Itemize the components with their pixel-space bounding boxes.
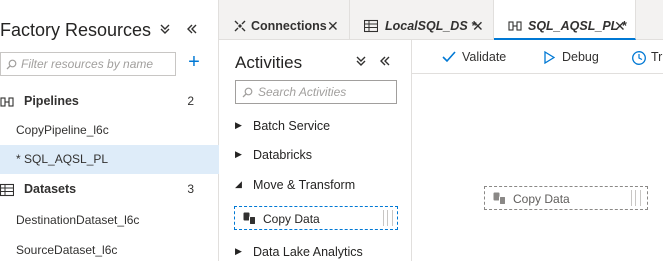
collapse-all-icon[interactable] <box>350 52 372 74</box>
drag-handle-icon[interactable] <box>631 190 641 206</box>
tab-localsql-ds[interactable]: LocalSQL_DS * ✕ <box>350 0 494 40</box>
trigger-icon <box>632 51 646 65</box>
section-count: 2 <box>187 94 194 108</box>
table-icon <box>0 183 14 197</box>
category-databricks[interactable]: ▶ Databricks <box>235 145 405 167</box>
activity-label: Copy Data <box>263 212 320 226</box>
filter-resources-placeholder: Filter resources by name <box>21 57 154 71</box>
close-icon[interactable]: ✕ <box>614 18 626 35</box>
pipeline-toolbar: Validate Debug Tr <box>412 40 663 74</box>
dataset-item[interactable]: DestinationDataset_l6c <box>0 206 219 235</box>
trigger-button[interactable]: Tr <box>631 48 663 68</box>
pipeline-item-label: * SQL_AQSL_PL <box>16 152 109 166</box>
minimize-panel-icon[interactable] <box>374 52 396 74</box>
minimize-panel-icon[interactable] <box>181 20 203 42</box>
table-icon <box>364 19 378 33</box>
pipeline-icon <box>508 21 522 31</box>
category-batch-service[interactable]: ▶ Batch Service <box>235 116 405 138</box>
close-icon[interactable]: ✕ <box>472 18 484 35</box>
tab-connections[interactable]: Connections ✕ <box>219 0 350 40</box>
pipeline-canvas[interactable]: Copy Data <box>412 74 663 261</box>
category-label: Batch Service <box>253 119 331 133</box>
factory-resources-header: Factory Resources <box>0 14 219 50</box>
validate-label: Validate <box>462 50 507 64</box>
caret-right-icon: ▶ <box>235 246 242 256</box>
debug-label: Debug <box>562 50 599 64</box>
section-pipelines[interactable]: Pipelines 2 <box>0 87 219 116</box>
factory-resources-panel: Factory Resources Filter resources by na… <box>0 0 219 261</box>
section-label: Datasets <box>24 182 77 196</box>
caret-right-icon: ▶ <box>235 120 242 130</box>
connections-icon <box>234 20 246 32</box>
close-icon[interactable]: ✕ <box>327 18 339 35</box>
copy-data-icon <box>493 192 506 205</box>
pipeline-icon <box>0 97 14 107</box>
activities-title: Activities <box>235 53 303 72</box>
dataset-item-label: SourceDataset_l6c <box>16 243 118 257</box>
caret-down-icon: ◢ <box>235 179 242 189</box>
section-label: Pipelines <box>24 94 79 108</box>
pipeline-item[interactable]: CopyPipeline_l6c <box>0 116 219 145</box>
tab-label: LocalSQL_DS * <box>385 19 476 33</box>
category-move-transform[interactable]: ◢ Move & Transform <box>235 175 405 197</box>
search-activities-input[interactable]: Search Activities <box>235 80 397 104</box>
search-icon <box>242 87 253 98</box>
section-datasets[interactable]: Datasets 3 <box>0 175 219 204</box>
play-icon <box>544 51 555 64</box>
checkmark-icon <box>442 51 456 63</box>
activity-copy-data[interactable]: Copy Data <box>234 206 398 230</box>
dataset-item-label: DestinationDataset_l6c <box>16 213 140 227</box>
editor-tab-bar: Connections ✕ LocalSQL_DS * ✕ SQL_AQSL_P… <box>219 0 663 40</box>
caret-right-icon: ▶ <box>235 149 242 159</box>
search-icon <box>6 59 17 70</box>
debug-button[interactable]: Debug <box>542 48 602 68</box>
pipeline-item-label: CopyPipeline_l6c <box>16 123 109 137</box>
section-count: 3 <box>187 182 194 196</box>
canvas-node-label: Copy Data <box>513 192 570 206</box>
copy-data-icon <box>243 212 256 225</box>
pipeline-item-selected[interactable]: * SQL_AQSL_PL <box>0 145 219 174</box>
add-resource-button[interactable]: + <box>183 52 205 74</box>
tab-label: Connections <box>251 19 327 33</box>
drag-handle-icon[interactable] <box>383 210 393 226</box>
category-label: Move & Transform <box>253 178 356 192</box>
trigger-label: Tr <box>651 50 663 64</box>
category-label: Data Lake Analytics <box>253 245 363 259</box>
collapse-all-icon[interactable] <box>154 20 176 42</box>
tab-label: SQL_AQSL_PL * <box>528 19 627 33</box>
filter-resources-input[interactable]: Filter resources by name <box>0 52 176 76</box>
factory-resources-title: Factory Resources <box>0 20 152 40</box>
validate-button[interactable]: Validate <box>442 48 512 68</box>
tab-sql-aqsl-pl[interactable]: SQL_AQSL_PL * ✕ <box>494 0 636 40</box>
category-data-lake-analytics[interactable]: ▶ Data Lake Analytics <box>235 242 405 261</box>
search-activities-placeholder: Search Activities <box>258 85 347 99</box>
activities-panel: Activities Search Activities ▶ Batch Ser… <box>219 40 412 261</box>
category-label: Databricks <box>253 148 313 162</box>
dataset-item[interactable]: SourceDataset_l6c <box>0 236 219 261</box>
canvas-copy-data-node[interactable]: Copy Data <box>484 186 648 210</box>
